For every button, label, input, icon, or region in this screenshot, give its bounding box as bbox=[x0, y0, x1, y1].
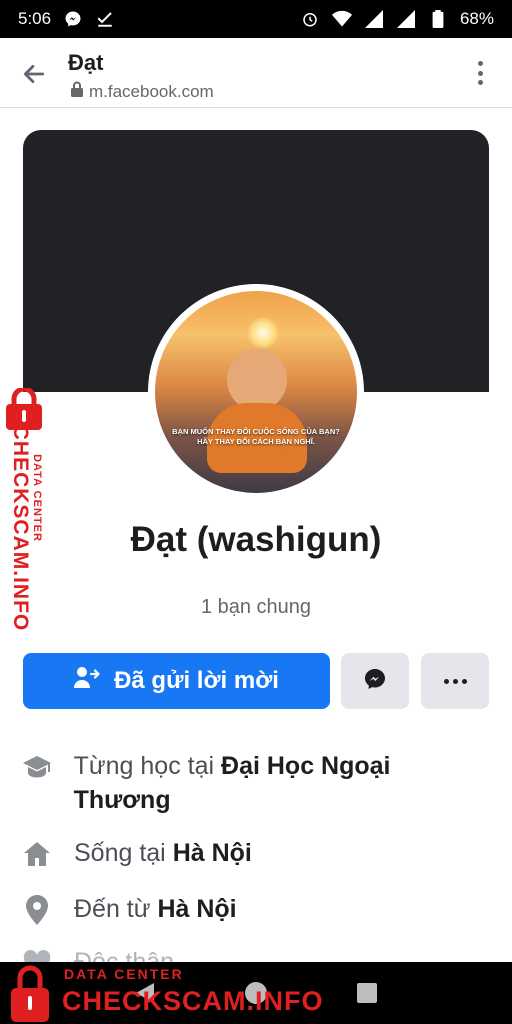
lock-icon bbox=[70, 81, 84, 102]
watermark-bottom-title: CHECKSCAM.INFO bbox=[62, 986, 324, 1016]
watermark-bottom: DATA CENTER CHECKSCAM.INFO bbox=[8, 958, 328, 1024]
watermark-side-title: CHECKSCAM.INFO bbox=[9, 424, 32, 632]
message-button[interactable] bbox=[341, 653, 409, 709]
profile-avatar[interactable]: BẠN MUỐN THAY ĐỔI CUỘC SỐNG CỦA BẠN? HÃY… bbox=[148, 284, 364, 500]
avatar-quote: BẠN MUỐN THAY ĐỔI CUỘC SỐNG CỦA BẠN? HÃY… bbox=[172, 427, 340, 447]
location-pin-icon bbox=[20, 894, 54, 926]
more-options-button[interactable] bbox=[470, 58, 490, 88]
lives-city-link[interactable]: Hà Nội bbox=[173, 839, 252, 867]
monk-head-graphic bbox=[227, 349, 287, 411]
signal-icon bbox=[396, 9, 416, 29]
url-bar[interactable]: m.facebook.com bbox=[70, 81, 214, 102]
person-arrow-icon bbox=[74, 666, 100, 697]
signal-icon bbox=[364, 9, 384, 29]
from-prefix: Đến từ bbox=[74, 895, 151, 923]
messenger-icon bbox=[63, 9, 83, 29]
education-prefix: Từng học tại bbox=[73, 752, 215, 780]
browser-bar: Đạt m.facebook.com bbox=[0, 38, 512, 108]
nav-recents-button[interactable] bbox=[347, 973, 387, 1013]
profile-name: Đạt (washigun) bbox=[130, 520, 382, 559]
padlock-icon bbox=[11, 965, 49, 1022]
mutual-friends[interactable]: 1 bạn chung bbox=[0, 596, 512, 619]
watermark-bottom-subtitle: DATA CENTER bbox=[64, 966, 184, 982]
url-text: m.facebook.com bbox=[89, 81, 214, 101]
wifi-icon bbox=[331, 9, 352, 29]
download-done-icon bbox=[95, 9, 115, 29]
sun-graphic bbox=[247, 317, 279, 349]
info-hometown: Đến từ Hà Nội bbox=[20, 892, 490, 926]
back-button[interactable] bbox=[18, 58, 50, 90]
status-bar: 5:06 68% bbox=[0, 0, 512, 38]
messenger-icon bbox=[363, 667, 387, 696]
info-current-city: Sống tại Hà Nội bbox=[20, 836, 490, 870]
status-time: 5:06 bbox=[18, 9, 52, 28]
hometown-link[interactable]: Hà Nội bbox=[157, 895, 236, 923]
home-icon bbox=[20, 838, 54, 870]
watermark-side-subtitle: DATA CENTER bbox=[31, 454, 43, 542]
avatar-image: BẠN MUỐN THAY ĐỔI CUỘC SỐNG CỦA BẠN? HÃY… bbox=[155, 291, 357, 493]
more-actions-button[interactable] bbox=[421, 653, 489, 709]
lives-prefix: Sống tại bbox=[74, 839, 166, 867]
watermark-side: DATA CENTER CHECKSCAM.INFO bbox=[2, 388, 54, 638]
graduation-cap-icon bbox=[20, 751, 54, 783]
page-title: Đạt bbox=[68, 50, 104, 75]
battery-percent: 68% bbox=[459, 9, 494, 28]
square-recents-icon bbox=[356, 983, 377, 1003]
ellipsis-icon bbox=[443, 678, 467, 684]
back-arrow-icon bbox=[23, 65, 45, 83]
info-education: Từng học tại Đại Học Ngoại Thương bbox=[20, 749, 490, 817]
alarm-icon bbox=[300, 9, 320, 29]
battery-icon bbox=[428, 9, 448, 29]
friend-request-sent-label: Đã gửi lời mời bbox=[114, 667, 279, 694]
friend-request-sent-button[interactable]: Đã gửi lời mời bbox=[23, 653, 330, 709]
